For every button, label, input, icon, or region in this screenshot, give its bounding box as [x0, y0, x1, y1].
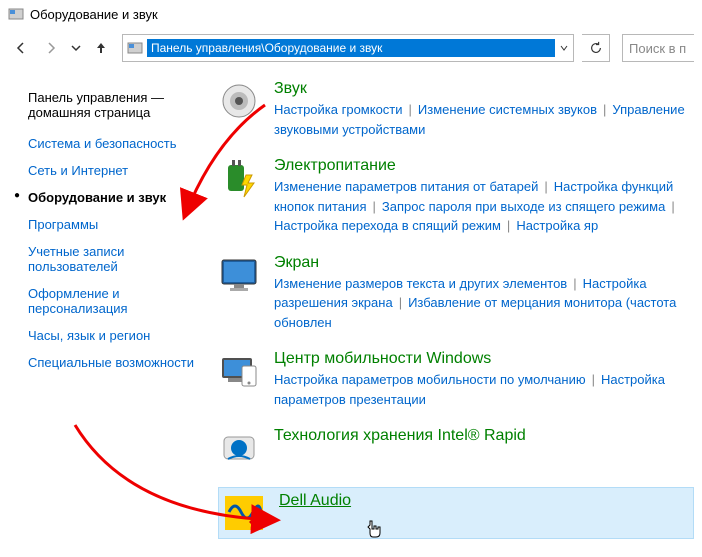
category-link[interactable]: Изменение системных звуков	[418, 102, 597, 117]
speaker-icon	[218, 80, 260, 122]
window-title: Оборудование и звук	[30, 7, 158, 22]
category-link[interactable]: Изменение размеров текста и других элеме…	[274, 276, 567, 291]
sidebar-item[interactable]: Программы	[28, 211, 208, 238]
sidebar-item[interactable]: Оформление и персонализация	[28, 280, 208, 322]
sidebar-item[interactable]: Часы, язык и регион	[28, 322, 208, 349]
category: Электропитание Изменение параметров питан…	[218, 157, 694, 236]
category-link[interactable]: Настройка перехода в спящий режим	[274, 218, 501, 233]
sidebar-item[interactable]: Система и безопасность	[28, 130, 208, 157]
control-panel-icon	[127, 40, 143, 56]
search-input[interactable]: Поиск в п	[622, 34, 694, 62]
control-panel-icon	[8, 6, 24, 22]
sidebar-item[interactable]: Оборудование и звук	[28, 184, 208, 211]
titlebar: Оборудование и звук	[0, 0, 702, 28]
power-icon	[218, 157, 260, 199]
category: Центр мобильности Windows Настройка парам…	[218, 350, 694, 409]
sidebar-item[interactable]: Учетные записи пользователей	[28, 238, 208, 280]
address-bar[interactable]: Панель управления\Оборудование и звук	[122, 34, 574, 62]
sidebar-item[interactable]: Специальные возможности	[28, 349, 208, 376]
category: Экран Изменение размеров текста и других …	[218, 254, 694, 333]
category-title[interactable]: Dell Audio	[279, 492, 689, 510]
mobility-icon	[218, 350, 260, 392]
category: Технология хранения Intel® Rapid	[218, 427, 694, 469]
refresh-button[interactable]	[582, 34, 610, 62]
recent-dropdown[interactable]	[68, 35, 84, 61]
monitor-icon	[218, 254, 260, 296]
category-link[interactable]: Настройка яр	[516, 218, 598, 233]
sidebar: Панель управления — домашняя страница Си…	[8, 72, 208, 557]
address-path[interactable]: Панель управления\Оборудование и звук	[147, 39, 555, 57]
category-title[interactable]: Технология хранения Intel® Rapid	[274, 427, 694, 445]
up-button[interactable]	[88, 35, 114, 61]
intel-rapid-icon	[218, 427, 260, 469]
category-title[interactable]: Экран	[274, 254, 694, 272]
category-link[interactable]: Запрос пароля при выходе из спящего режи…	[382, 199, 665, 214]
category-title[interactable]: Звук	[274, 80, 694, 98]
sidebar-home-link[interactable]: Панель управления — домашняя страница	[28, 86, 208, 124]
category: ЗвукНастройка громкости|Изменение систем…	[218, 80, 694, 139]
sidebar-item[interactable]: Сеть и Интернет	[28, 157, 208, 184]
category-title[interactable]: Центр мобильности Windows	[274, 350, 694, 368]
category-link[interactable]: Изменение параметров питания от батарей	[274, 179, 538, 194]
nav-toolbar: Панель управления\Оборудование и звук По…	[0, 28, 702, 72]
category-link[interactable]: Настройка параметров мобильности по умол…	[274, 372, 586, 387]
category-title[interactable]: Электропитание	[274, 157, 694, 175]
dell-audio-icon	[223, 492, 265, 534]
address-dropdown[interactable]	[555, 35, 573, 61]
category-link[interactable]: Настройка громкости	[274, 102, 403, 117]
categories-panel: ЗвукНастройка громкости|Изменение систем…	[208, 72, 694, 557]
forward-button[interactable]	[38, 35, 64, 61]
category: Dell Audio	[218, 487, 694, 539]
back-button[interactable]	[8, 35, 34, 61]
